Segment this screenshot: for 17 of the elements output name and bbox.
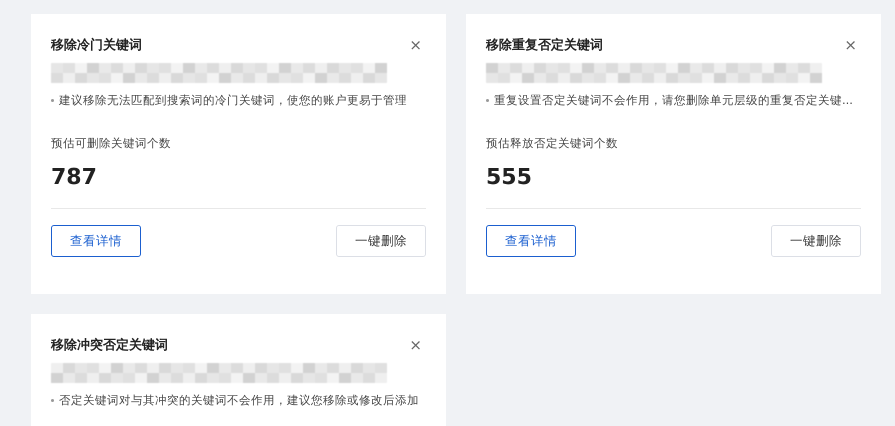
metric-value: 787: [51, 165, 98, 190]
close-button[interactable]: ×: [840, 36, 861, 54]
details-button[interactable]: 查看详情: [486, 225, 576, 257]
metric-value: 555: [486, 165, 533, 190]
close-button[interactable]: ×: [405, 336, 426, 354]
metric-label: 预估可删除关键词个数: [51, 136, 172, 151]
card-title: 移除冲突否定关键词: [51, 336, 168, 354]
description-text: 否定关键词对与其冲突的关键词不会作用，建议您移除或修改后添加: [59, 393, 419, 408]
description-text: 建议移除无法匹配到搜索词的冷门关键词，使您的账户更易于管理: [59, 93, 407, 108]
description-text: 重复设置否定关键词不会作用，请您删除单元层级的重复否定关键...: [494, 93, 853, 108]
metric-label: 预估释放否定关键词个数: [486, 136, 619, 151]
delete-button[interactable]: 一键删除: [336, 225, 426, 257]
card-title: 移除冷门关键词: [51, 36, 142, 54]
delete-button[interactable]: 一键删除: [771, 225, 861, 257]
details-button[interactable]: 查看详情: [51, 225, 141, 257]
close-button[interactable]: ×: [405, 36, 426, 54]
card-title: 移除重复否定关键词: [486, 36, 603, 54]
